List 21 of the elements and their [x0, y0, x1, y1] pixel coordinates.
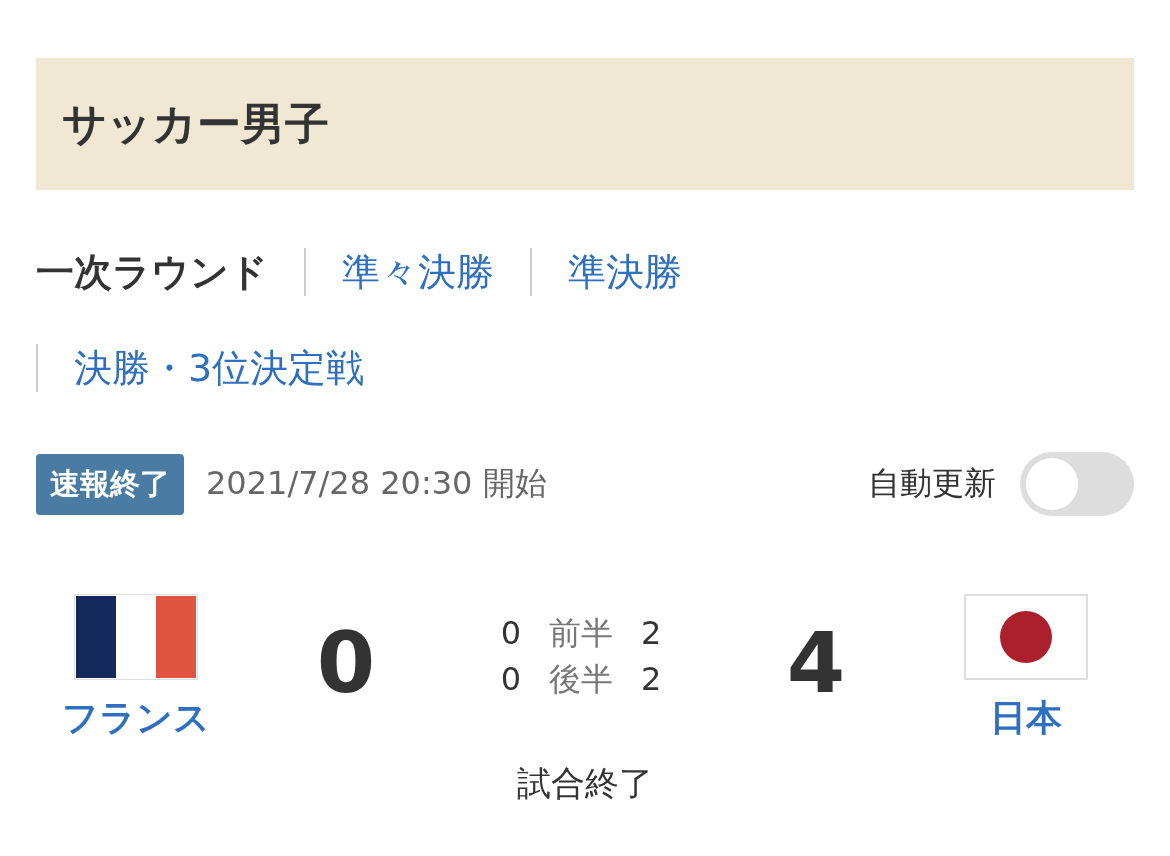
team-score: 0: [315, 614, 377, 712]
start-time: 2021/7/28 20:30 開始: [206, 463, 547, 504]
round-tab[interactable]: 一次ラウンド: [36, 248, 304, 296]
team-score: 4: [785, 614, 847, 712]
half-score: 0: [500, 613, 521, 654]
auto-update-label: 自動更新: [868, 463, 996, 504]
match-result: 試合終了: [517, 762, 653, 805]
half-label: 後半: [549, 659, 613, 700]
flag-icon: [964, 594, 1088, 680]
round-tab[interactable]: 準々決勝: [304, 248, 530, 296]
half-label: 前半: [549, 613, 613, 654]
status-badge: 速報終了: [36, 453, 184, 515]
flag-icon: [74, 594, 198, 680]
half-score: 2: [641, 613, 662, 654]
half-score: 2: [641, 659, 662, 700]
half-score: 0: [500, 659, 521, 700]
round-tab[interactable]: 準決勝: [530, 248, 718, 296]
team-name[interactable]: 日本: [990, 694, 1062, 743]
round-tab[interactable]: 決勝・3位決定戦: [36, 344, 401, 392]
section-title: サッカー男子: [62, 96, 329, 151]
team-name[interactable]: フランス: [62, 694, 210, 743]
